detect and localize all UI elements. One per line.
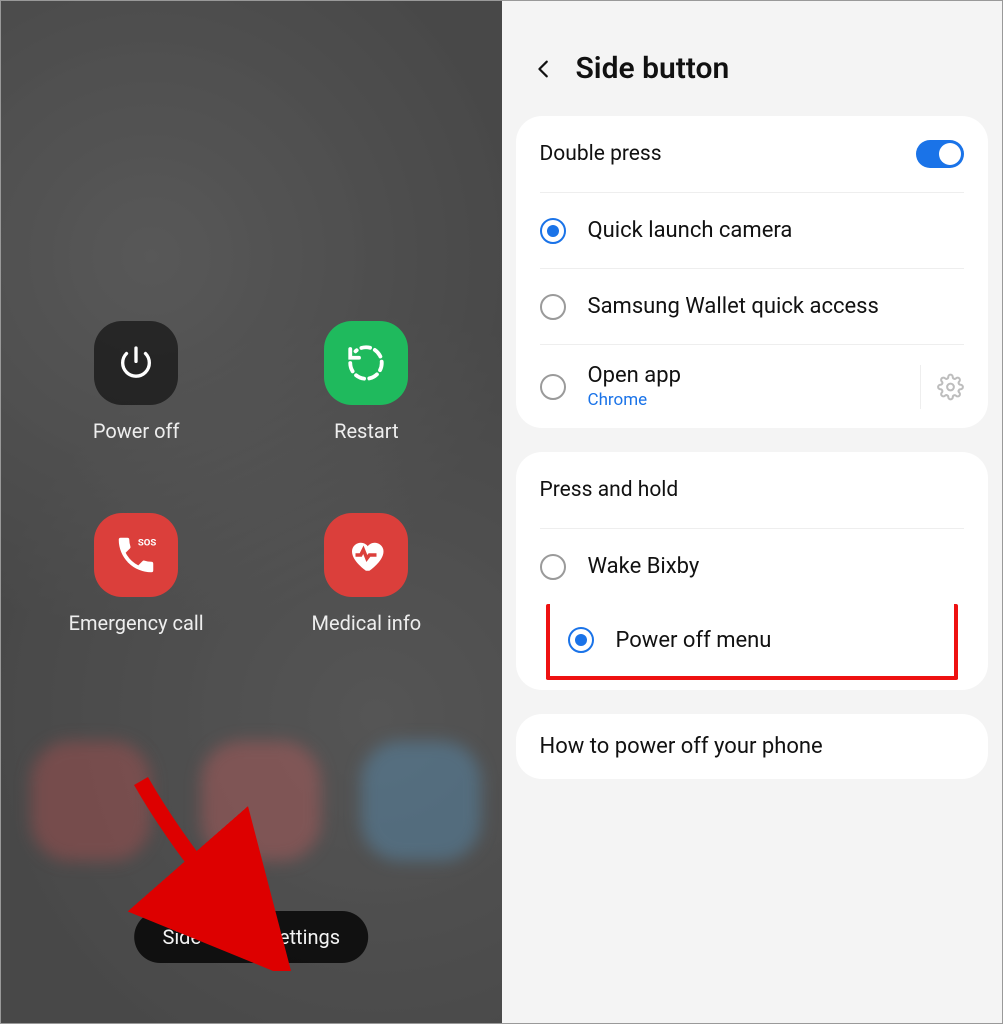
highlighted-option-box: Power off menu (546, 604, 959, 680)
medical-info-button[interactable]: Medical info (312, 513, 422, 635)
heart-pulse-icon (324, 513, 408, 597)
how-to-power-off-card[interactable]: How to power off your phone (516, 714, 989, 779)
option-label: Wake Bixby (588, 554, 965, 579)
press-hold-header-row: Press and hold (540, 452, 965, 528)
radio-selected-icon (540, 218, 566, 244)
double-press-header-row[interactable]: Double press (540, 116, 965, 192)
option-open-app[interactable]: Open app Chrome (540, 344, 965, 428)
side-button-settings-button[interactable]: Side button settings (134, 911, 368, 963)
settings-panel: Side button Double press Quick launch ca… (502, 1, 1003, 1023)
option-label: Samsung Wallet quick access (588, 294, 965, 319)
restart-icon (324, 321, 408, 405)
option-label: Open app (588, 363, 891, 388)
radio-selected-icon (568, 627, 594, 653)
open-app-settings-button[interactable] (920, 365, 964, 409)
power-options-grid: Power off Restart SOS Emergency call (1, 1, 502, 635)
double-press-toggle[interactable] (916, 140, 964, 168)
restart-label: Restart (334, 419, 398, 443)
radio-unselected-icon (540, 374, 566, 400)
svg-text:SOS: SOS (138, 537, 157, 548)
option-samsung-wallet[interactable]: Samsung Wallet quick access (540, 268, 965, 344)
press-hold-label: Press and hold (540, 478, 679, 502)
info-text: How to power off your phone (540, 734, 965, 759)
header: Side button (502, 1, 1003, 116)
option-quick-launch-camera[interactable]: Quick launch camera (540, 192, 965, 268)
phone-sos-icon: SOS (94, 513, 178, 597)
emergency-call-label: Emergency call (69, 611, 204, 635)
medical-info-label: Medical info (312, 611, 422, 635)
radio-unselected-icon (540, 554, 566, 580)
option-wake-bixby[interactable]: Wake Bixby (540, 528, 965, 604)
radio-unselected-icon (540, 294, 566, 320)
power-off-label: Power off (93, 419, 180, 443)
press-hold-card: Press and hold Wake Bixby Power off menu (516, 452, 989, 690)
power-menu-panel: Power off Restart SOS Emergency call (1, 1, 502, 1023)
option-power-off-menu[interactable]: Power off menu (546, 604, 959, 680)
page-title: Side button (576, 51, 730, 86)
option-sublabel: Chrome (588, 390, 891, 410)
power-icon (94, 321, 178, 405)
double-press-label: Double press (540, 142, 662, 166)
back-button[interactable] (530, 55, 558, 83)
option-label: Quick launch camera (588, 218, 965, 243)
emergency-call-button[interactable]: SOS Emergency call (69, 513, 204, 635)
restart-button[interactable]: Restart (324, 321, 408, 443)
power-off-button[interactable]: Power off (93, 321, 180, 443)
option-label: Power off menu (616, 628, 937, 653)
double-press-card: Double press Quick launch camera Samsung… (516, 116, 989, 428)
